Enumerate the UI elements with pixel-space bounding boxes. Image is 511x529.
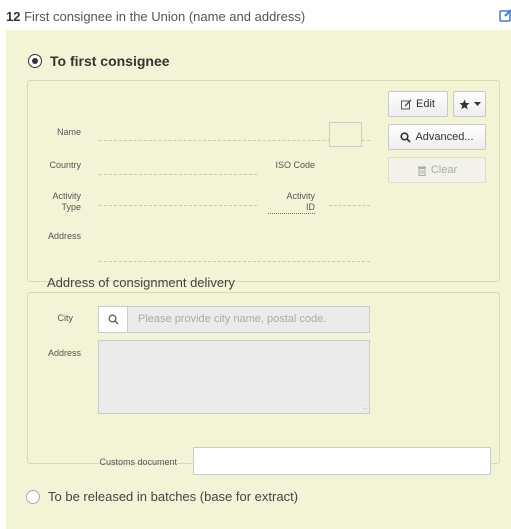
radio-first-consignee[interactable]: To first consignee [28,53,170,69]
radio-button-unchecked[interactable] [26,489,40,504]
country-label: Country [49,160,81,170]
city-input[interactable]: Please provide city name, postal code. [128,306,370,333]
activity-type-label: Activity Type [28,191,81,213]
activity-id-label-line1: Activity [286,191,315,201]
section-panel: To first consignee Name Country ISO Code… [6,30,511,529]
edit-icon[interactable] [499,8,511,22]
clear-button[interactable]: Clear [388,157,486,183]
delivery-title: Address of consignment delivery [47,275,235,290]
radio-button-checked[interactable] [28,54,42,68]
country-value [99,174,257,175]
address-label: Address [47,231,81,241]
city-label: City [57,313,74,323]
favorites-dropdown-button[interactable] [453,91,486,117]
search-icon [98,306,128,333]
edit-button-label: Edit [416,98,435,110]
trash-icon [417,165,427,176]
section-number: 12 [6,9,21,24]
edit-button[interactable]: Edit [388,91,448,117]
advanced-button-label: Advanced... [415,131,474,143]
activity-type-label-line2: Type [61,202,81,212]
delivery-address-textarea[interactable]: .: [98,340,370,414]
radio-batches[interactable]: To be released in batches (base for extr… [26,489,298,504]
radio-first-consignee-label: To first consignee [50,53,170,69]
resize-handle-icon[interactable]: .: [363,404,367,411]
activity-id-label-line2: ID [306,202,315,212]
pencil-icon [401,98,412,110]
radio-batches-label: To be released in batches (base for extr… [48,489,299,504]
name-label: Name [56,127,81,137]
activity-type-value [99,205,257,206]
advanced-button[interactable]: Advanced... [388,124,486,150]
clear-button-label: Clear [430,164,458,176]
caret-down-icon [473,101,481,107]
star-icon [458,99,470,110]
delivery-address-label: Address [47,348,81,358]
customs-document-label: Customs document [99,457,177,467]
iso-code-label: ISO Code [275,160,315,170]
activity-id-label: Activity ID [268,191,315,214]
section-title: 12 First consignee in the Union (name an… [6,9,305,24]
city-input-group[interactable]: Please provide city name, postal code. [98,306,370,333]
address-value [99,261,370,262]
search-icon [400,131,412,143]
activity-type-label-line1: Activity [52,191,81,201]
section-header: 12 First consignee in the Union (name an… [0,0,511,30]
customs-document-input[interactable] [193,447,491,475]
iso-code-box [329,122,362,147]
section-title-text: First consignee in the Union (name and a… [24,9,306,24]
activity-id-value [329,205,370,206]
